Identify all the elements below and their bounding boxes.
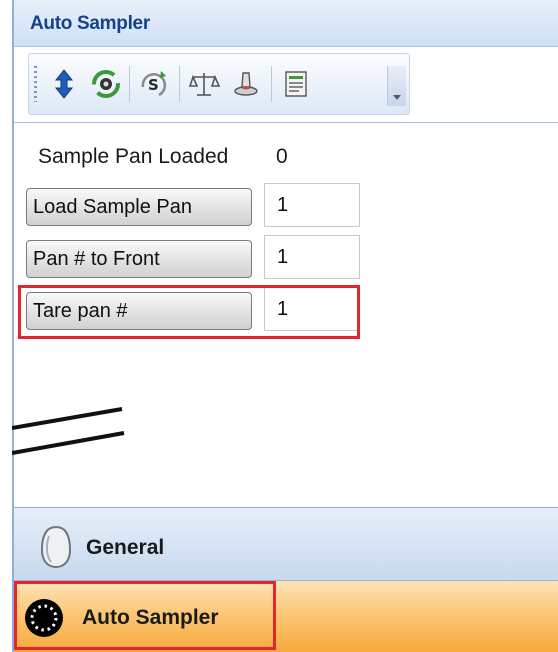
- sample-pan-loaded-label: Sample Pan Loaded: [38, 145, 229, 168]
- tare-pan-highlight: [18, 285, 360, 339]
- load-sample-pan-button[interactable]: Load Sample Pan: [26, 188, 252, 226]
- svg-text:S: S: [148, 76, 159, 94]
- auto-sampler-panel: Sample Pan Loaded 0 Load Sample Pan Pan …: [12, 122, 558, 508]
- sample-pan-loaded-value: 0: [276, 145, 288, 168]
- toolbar-grip[interactable]: [34, 66, 37, 102]
- nav-general[interactable]: General: [14, 508, 558, 581]
- pan-to-front-button[interactable]: Pan # to Front: [26, 240, 252, 278]
- balance-scale-icon[interactable]: [187, 67, 221, 101]
- window-title-bar: Auto Sampler: [14, 0, 558, 47]
- toolbar-separator: [179, 66, 180, 102]
- toolbar-separator: [271, 66, 272, 102]
- break-mark: [12, 407, 125, 455]
- window-title: Auto Sampler: [30, 13, 150, 34]
- nav-auto-sampler[interactable]: Auto Sampler: [14, 581, 558, 652]
- auto-sampler-window: Auto Sampler S Sample Pan Loaded 0 Load …: [12, 0, 558, 652]
- nav-general-label: General: [86, 536, 165, 559]
- up-down-arrows-icon[interactable]: [47, 67, 81, 101]
- sample-reload-icon[interactable]: S: [137, 67, 171, 101]
- rotate-sampler-icon[interactable]: [89, 67, 123, 101]
- general-icon: [40, 525, 72, 569]
- pan-to-front-field[interactable]: [264, 235, 360, 279]
- auto-sampler-nav-highlight: [14, 581, 276, 650]
- load-sample-pan-field[interactable]: [264, 183, 360, 227]
- toolbar-separator: [129, 66, 130, 102]
- toolbar: S: [28, 53, 410, 115]
- notes-list-icon[interactable]: [279, 67, 313, 101]
- sample-pan-icon[interactable]: [229, 67, 263, 101]
- toolbar-overflow-button[interactable]: [387, 66, 406, 106]
